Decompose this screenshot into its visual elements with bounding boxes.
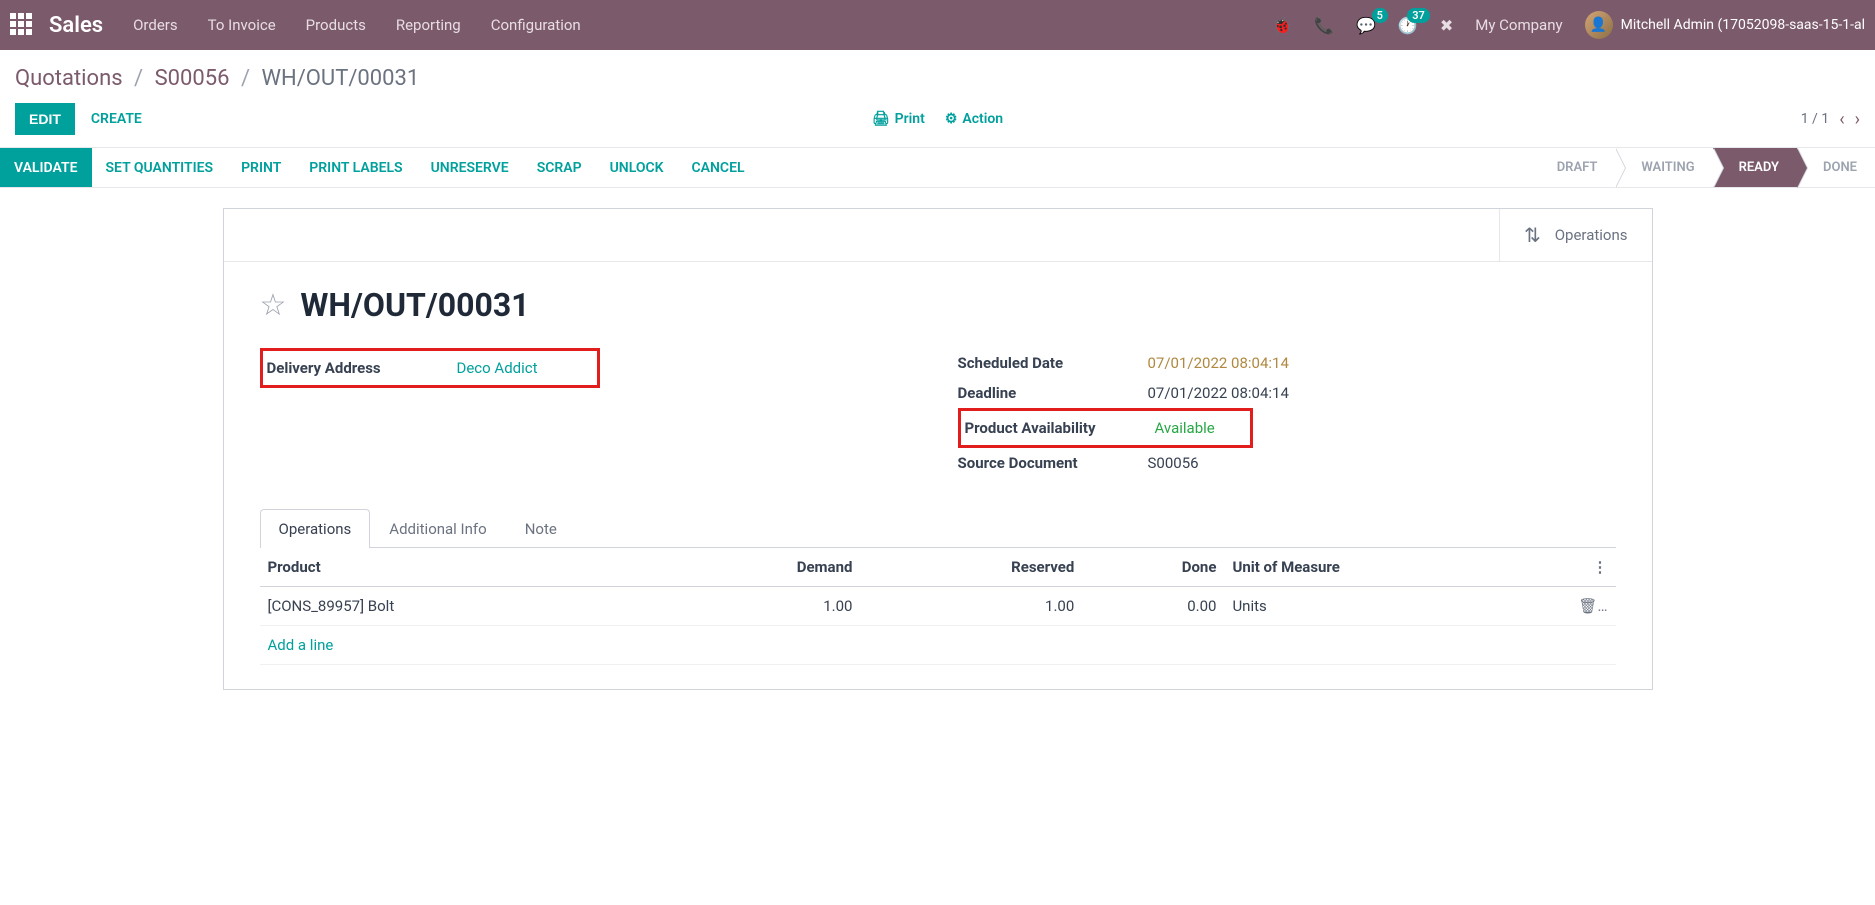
col-demand: Demand <box>659 548 860 587</box>
transfer-icon: ⇅ <box>1524 223 1541 247</box>
delete-row-icon[interactable]: 🗑… <box>1578 597 1607 615</box>
print-button[interactable]: PRINT <box>227 148 295 187</box>
delivery-address-highlight: Delivery Address Deco Addict <box>260 348 600 388</box>
col-uom: Unit of Measure <box>1224 548 1570 587</box>
record-title: WH/OUT/00031 <box>300 286 529 324</box>
deadline-value: 07/01/2022 08:04:14 <box>1148 384 1289 402</box>
stage-ready[interactable]: READY <box>1713 148 1797 187</box>
col-reserved: Reserved <box>860 548 1082 587</box>
activities-icon[interactable]: 🕐37 <box>1398 16 1418 35</box>
stage-draft[interactable]: DRAFT <box>1531 148 1616 187</box>
col-done: Done <box>1082 548 1224 587</box>
cell-uom: Units <box>1224 587 1570 626</box>
source-document-value: S00056 <box>1148 454 1199 472</box>
stage-done[interactable]: DONE <box>1797 148 1875 187</box>
nav-products[interactable]: Products <box>306 16 366 34</box>
user-menu[interactable]: 👤 Mitchell Admin (17052098-saas-15-1-al <box>1585 11 1865 39</box>
apps-icon[interactable] <box>10 13 34 37</box>
cell-product: [CONS_89957] Bolt <box>260 587 660 626</box>
cell-done: 0.00 <box>1082 587 1224 626</box>
scrap-button[interactable]: SCRAP <box>523 148 596 187</box>
deadline-label: Deadline <box>958 384 1148 402</box>
source-document-label: Source Document <box>958 454 1148 472</box>
button-box: ⇅ Operations <box>224 209 1652 262</box>
operations-stat-button[interactable]: ⇅ Operations <box>1499 209 1652 261</box>
col-product: Product <box>260 548 660 587</box>
operations-table: Product Demand Reserved Done Unit of Mea… <box>260 548 1616 665</box>
activities-badge: 37 <box>1407 8 1430 23</box>
cancel-button[interactable]: CANCEL <box>678 148 759 187</box>
scheduled-date-label: Scheduled Date <box>958 354 1148 372</box>
print-icon: 🖨 <box>872 111 890 127</box>
bug-icon[interactable]: 🐞 <box>1272 16 1292 35</box>
scheduled-date-value: 07/01/2022 08:04:14 <box>1148 354 1289 372</box>
availability-value: Available <box>1155 419 1215 437</box>
tab-additional-info[interactable]: Additional Info <box>370 509 505 548</box>
company-selector[interactable]: My Company <box>1475 16 1562 34</box>
nav-reporting[interactable]: Reporting <box>396 16 461 34</box>
action-menu[interactable]: ⚙Action <box>945 111 1003 127</box>
avatar: 👤 <box>1585 11 1613 39</box>
favorite-star-icon[interactable]: ☆ <box>260 288 287 323</box>
create-button[interactable]: CREATE <box>91 111 142 127</box>
messages-icon[interactable]: 💬5 <box>1356 16 1376 35</box>
nav-orders[interactable]: Orders <box>133 16 178 34</box>
delivery-address-link[interactable]: Deco Addict <box>457 359 538 377</box>
table-row[interactable]: [CONS_89957] Bolt 1.00 1.00 0.00 Units 🗑… <box>260 587 1616 626</box>
cell-demand: 1.00 <box>659 587 860 626</box>
unreserve-button[interactable]: UNRESERVE <box>417 148 523 187</box>
tab-note[interactable]: Note <box>506 509 576 548</box>
status-bar: VALIDATE SET QUANTITIES PRINT PRINT LABE… <box>0 148 1875 188</box>
gear-icon: ⚙ <box>945 111 958 127</box>
tab-operations[interactable]: Operations <box>260 509 371 548</box>
pager-next[interactable]: › <box>1855 109 1860 130</box>
cell-reserved: 1.00 <box>860 587 1082 626</box>
brand-title[interactable]: Sales <box>49 13 103 38</box>
availability-highlight: Product Availability Available <box>958 408 1253 448</box>
nav-configuration[interactable]: Configuration <box>491 16 581 34</box>
add-line-button[interactable]: Add a line <box>268 636 334 654</box>
print-labels-button[interactable]: PRINT LABELS <box>295 148 416 187</box>
edit-button[interactable]: EDIT <box>15 103 75 135</box>
tools-icon[interactable]: ✖ <box>1440 16 1453 35</box>
nav-to-invoice[interactable]: To Invoice <box>208 16 276 34</box>
unlock-button[interactable]: UNLOCK <box>596 148 678 187</box>
tabs: Operations Additional Info Note <box>260 508 1616 548</box>
pager-prev[interactable]: ‹ <box>1839 109 1844 130</box>
table-options-icon[interactable]: ⋮ <box>1593 558 1608 576</box>
breadcrumb-bar: Quotations / S00056 / WH/OUT/00031 EDIT … <box>0 50 1875 148</box>
phone-icon[interactable]: 📞 <box>1314 16 1334 35</box>
availability-label: Product Availability <box>965 419 1155 437</box>
breadcrumb-quotations[interactable]: Quotations <box>15 66 123 91</box>
breadcrumb-current: WH/OUT/00031 <box>262 66 420 91</box>
validate-button[interactable]: VALIDATE <box>0 148 92 187</box>
set-quantities-button[interactable]: SET QUANTITIES <box>92 148 228 187</box>
messages-badge: 5 <box>1372 8 1388 23</box>
breadcrumb: Quotations / S00056 / WH/OUT/00031 <box>15 66 1860 91</box>
top-nav: Sales Orders To Invoice Products Reporti… <box>0 0 1875 50</box>
user-name: Mitchell Admin (17052098-saas-15-1-al <box>1621 17 1865 33</box>
stage-bar: DRAFT WAITING READY DONE <box>1531 148 1875 187</box>
print-action[interactable]: 🖨Print <box>872 111 925 127</box>
pager-count: 1 / 1 <box>1801 111 1829 127</box>
delivery-address-label: Delivery Address <box>267 359 457 377</box>
stage-waiting[interactable]: WAITING <box>1615 148 1712 187</box>
breadcrumb-order[interactable]: S00056 <box>155 66 230 91</box>
form-sheet: ⇅ Operations ☆ WH/OUT/00031 Delivery Add… <box>223 208 1653 690</box>
